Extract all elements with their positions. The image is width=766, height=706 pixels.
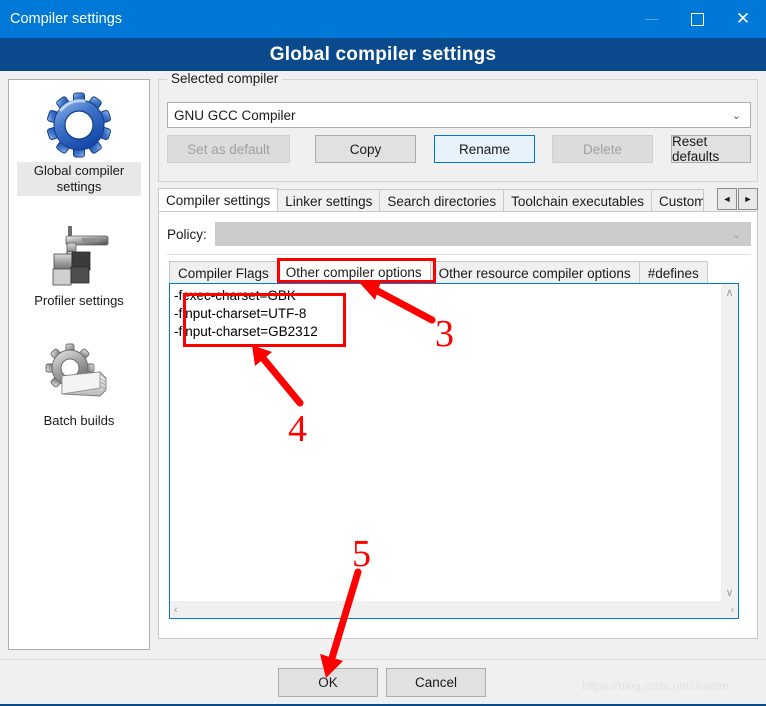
annotation-arrows: [252, 281, 436, 678]
compiler-settings-dialog: Compiler settings ✕ Global compiler sett…: [0, 0, 766, 706]
annotation-arrow-4: [252, 345, 304, 407]
annotation-arrow-5: [320, 568, 362, 678]
annotation-arrow-3: [358, 281, 436, 324]
